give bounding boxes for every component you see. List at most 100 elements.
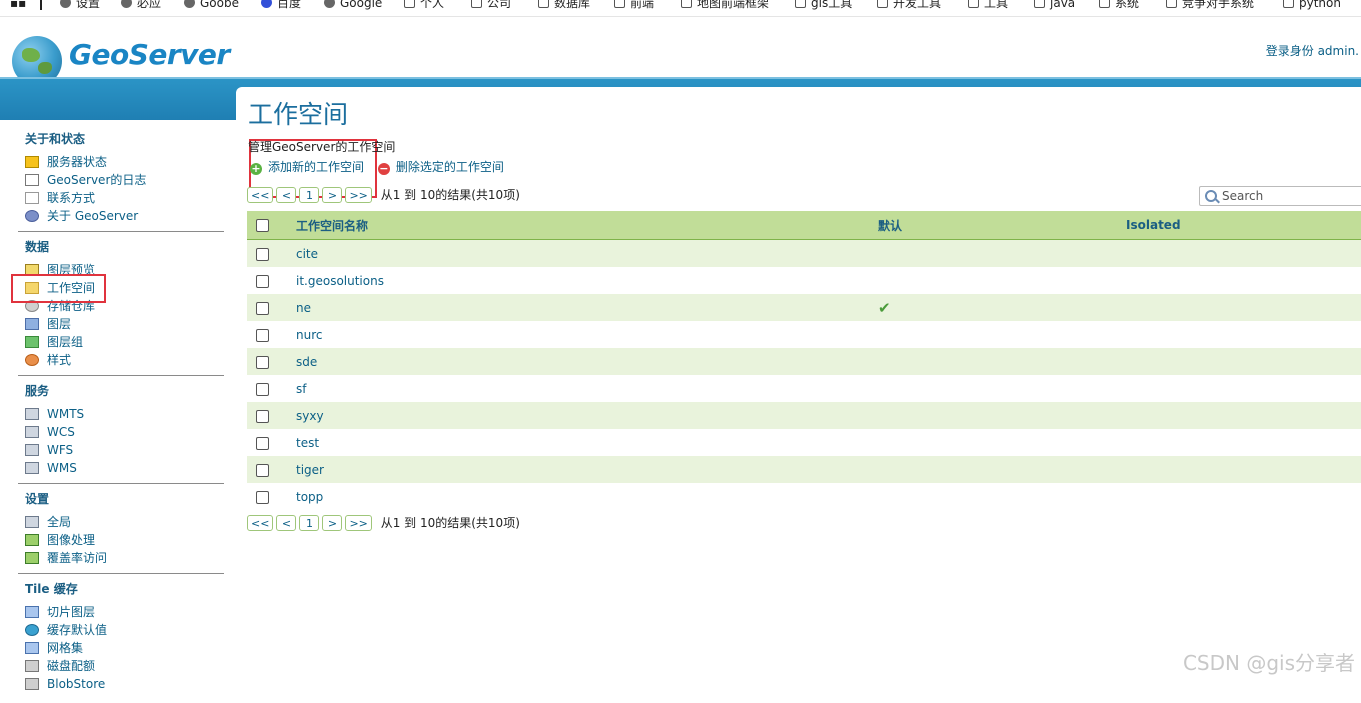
remove-workspace-link[interactable]: 删除选定的工作空间 — [396, 160, 504, 174]
nav-link[interactable]: WMS — [47, 461, 77, 475]
select-all-checkbox[interactable] — [256, 219, 269, 232]
sidebar-item-contact[interactable]: 联系方式 — [18, 189, 224, 207]
pager-last-button[interactable]: >> — [345, 187, 372, 203]
workspace-link[interactable]: cite — [296, 247, 318, 261]
workspace-link[interactable]: it.geosolutions — [296, 274, 384, 288]
pager-page-button[interactable]: 1 — [299, 515, 320, 531]
pager-prev-button[interactable]: < — [276, 187, 297, 203]
bookmark-item[interactable]: 系统 — [1099, 0, 1139, 12]
bookmark-item[interactable]: 前端 — [614, 0, 654, 12]
bookmark-item[interactable]: 百度 — [261, 0, 301, 12]
nav-link[interactable]: WCS — [47, 425, 75, 439]
apps-icon[interactable]: ▪▪ — [10, 0, 26, 12]
column-header-isolated[interactable]: Isolated — [1126, 211, 1361, 240]
nav-link[interactable]: 图层 — [47, 317, 71, 331]
pager-next-button[interactable]: > — [322, 187, 343, 203]
search-box[interactable] — [1199, 186, 1361, 206]
bookmark-item[interactable]: gis工具 — [795, 0, 852, 12]
remove-workspace-button[interactable]: − 删除选定的工作空间 — [377, 158, 504, 175]
sidebar-item-about[interactable]: 关于 GeoServer — [18, 207, 224, 225]
row-checkbox[interactable] — [256, 328, 269, 342]
bookmark-item[interactable]: 工具 — [968, 0, 1008, 12]
default-cell — [878, 267, 1126, 294]
add-workspace-button[interactable]: + 添加新的工作空间 — [250, 158, 364, 175]
bookmark-item[interactable]: 竞争对手系统 — [1166, 0, 1254, 12]
sidebar-item-tile-layers[interactable]: 切片图层 — [18, 603, 224, 621]
nav-link[interactable]: 磁盘配额 — [47, 659, 95, 673]
nav-link[interactable]: WFS — [47, 443, 73, 457]
isolated-cell — [1126, 429, 1361, 456]
sidebar-item-wcs[interactable]: WCS — [18, 423, 224, 441]
sidebar-item-wmts[interactable]: WMTS — [18, 405, 224, 423]
workspace-link[interactable]: nurc — [296, 328, 322, 342]
nav-link[interactable]: 服务器状态 — [47, 155, 107, 169]
sidebar-item-logs[interactable]: GeoServer的日志 — [18, 171, 224, 189]
bookmark-item[interactable]: 设置 — [60, 0, 100, 12]
workspace-link[interactable]: ne — [296, 301, 311, 315]
pager-first-button[interactable]: << — [247, 515, 274, 531]
row-checkbox[interactable] — [256, 409, 269, 423]
column-header-name[interactable]: 工作空间名称 — [296, 211, 878, 240]
nav-link[interactable]: 关于 GeoServer — [47, 209, 138, 223]
workspace-link[interactable]: test — [296, 436, 319, 450]
workspace-link[interactable]: sde — [296, 355, 317, 369]
bookmark-item[interactable]: 开发工具 — [877, 0, 941, 12]
row-checkbox[interactable] — [256, 355, 269, 369]
bookmark-item[interactable]: 数据库 — [538, 0, 590, 12]
bookmark-item[interactable]: java — [1034, 0, 1075, 12]
sidebar-item-server-status[interactable]: 服务器状态 — [18, 153, 224, 171]
bookmark-item[interactable]: 个人 — [404, 0, 444, 12]
add-workspace-link[interactable]: 添加新的工作空间 — [268, 160, 364, 174]
pager-page-button[interactable]: 1 — [299, 187, 320, 203]
bookmark-item[interactable]: 必应 — [121, 0, 161, 12]
nav-link[interactable]: 样式 — [47, 353, 71, 367]
nav-link[interactable]: 图像处理 — [47, 533, 95, 547]
sidebar-item-image-processing[interactable]: 图像处理 — [18, 531, 224, 549]
row-checkbox[interactable] — [256, 463, 269, 477]
sidebar-item-layer-groups[interactable]: 图层组 — [18, 333, 224, 351]
row-checkbox[interactable] — [256, 274, 269, 288]
pager-first-button[interactable]: << — [247, 187, 274, 203]
nav-link[interactable]: 覆盖率访问 — [47, 551, 107, 565]
row-checkbox[interactable] — [256, 436, 269, 450]
pager-prev-button[interactable]: < — [276, 515, 297, 531]
nav-link[interactable]: 切片图层 — [47, 605, 95, 619]
bookmark-item[interactable]: 公司 — [471, 0, 511, 12]
bookmark-item[interactable]: python — [1283, 0, 1341, 12]
workspace-link[interactable]: tiger — [296, 463, 324, 477]
bookmark-item[interactable]: Google — [324, 0, 382, 12]
sidebar-item-styles[interactable]: 样式 — [18, 351, 224, 369]
row-checkbox[interactable] — [256, 382, 269, 396]
sidebar-item-global[interactable]: 全局 — [18, 513, 224, 531]
nav-link[interactable]: 图层组 — [47, 335, 83, 349]
sidebar-item-disk-quota[interactable]: 磁盘配额 — [18, 657, 224, 675]
nav-link[interactable]: 缓存默认值 — [47, 623, 107, 637]
row-checkbox[interactable] — [256, 490, 269, 504]
sidebar-item-coverage-access[interactable]: 覆盖率访问 — [18, 549, 224, 567]
sidebar-item-blobstore[interactable]: BlobStore — [18, 675, 224, 693]
column-header-default[interactable]: 默认 — [878, 211, 1126, 240]
workspace-link[interactable]: topp — [296, 490, 323, 504]
nav-link[interactable]: BlobStore — [47, 677, 105, 691]
workspace-link[interactable]: syxy — [296, 409, 324, 423]
nav-link[interactable]: 联系方式 — [47, 191, 95, 205]
nav-link[interactable]: WMTS — [47, 407, 84, 421]
workspace-link[interactable]: sf — [296, 382, 306, 396]
sidebar-item-cache-defaults[interactable]: 缓存默认值 — [18, 621, 224, 639]
login-status[interactable]: 登录身份 admin. — [1266, 42, 1359, 59]
pager-last-button[interactable]: >> — [345, 515, 372, 531]
row-checkbox[interactable] — [256, 301, 269, 315]
bookmark-item[interactable]: 地图前端框架 — [681, 0, 769, 12]
pager-next-button[interactable]: > — [322, 515, 343, 531]
nav-link[interactable]: 全局 — [47, 515, 71, 529]
row-checkbox[interactable] — [256, 247, 269, 261]
pager-top: << <1 > >> 从1 到 10的结果(共10项) — [247, 186, 520, 204]
sidebar-item-wms[interactable]: WMS — [18, 459, 224, 477]
nav-link[interactable]: GeoServer的日志 — [47, 173, 146, 187]
bookmark-item[interactable]: Goobe — [184, 0, 239, 12]
sidebar-item-wfs[interactable]: WFS — [18, 441, 224, 459]
search-input[interactable] — [1222, 188, 1361, 204]
sidebar-item-gridsets[interactable]: 网格集 — [18, 639, 224, 657]
nav-link[interactable]: 网格集 — [47, 641, 83, 655]
sidebar-item-layers[interactable]: 图层 — [18, 315, 224, 333]
